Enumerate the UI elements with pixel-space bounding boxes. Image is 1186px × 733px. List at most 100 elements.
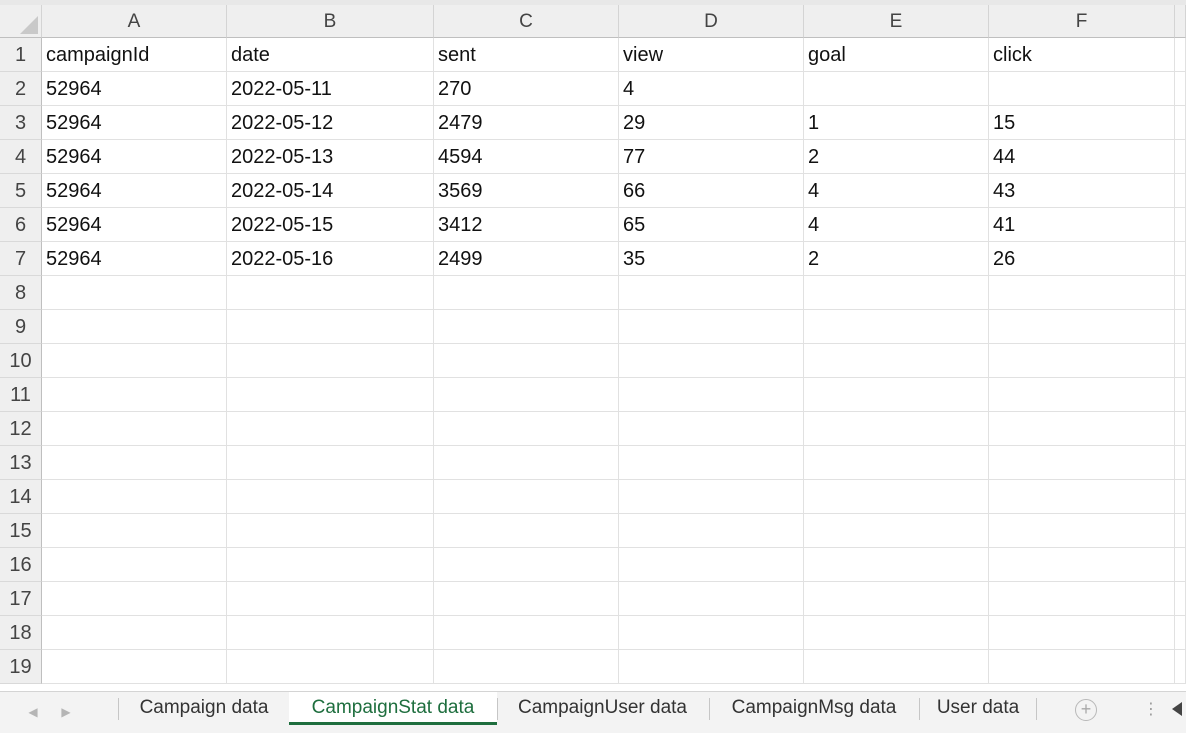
cell-e14[interactable] — [804, 480, 989, 514]
cell-c18[interactable] — [434, 616, 619, 650]
cell-b8[interactable] — [227, 276, 434, 310]
cell-f18[interactable] — [989, 616, 1175, 650]
cell-c7[interactable]: 2499 — [434, 242, 619, 276]
cell-f14[interactable] — [989, 480, 1175, 514]
cell-a6[interactable]: 52964 — [42, 208, 227, 242]
cell-b18[interactable] — [227, 616, 434, 650]
cell-a4[interactable]: 52964 — [42, 140, 227, 174]
tab-user-data[interactable]: User data — [921, 692, 1035, 725]
cell-c8[interactable] — [434, 276, 619, 310]
cell-a12[interactable] — [42, 412, 227, 446]
cell-a19[interactable] — [42, 650, 227, 684]
cell-overflow[interactable] — [1175, 72, 1186, 106]
cell-c16[interactable] — [434, 548, 619, 582]
cell-overflow[interactable] — [1175, 344, 1186, 378]
cell-e16[interactable] — [804, 548, 989, 582]
cell-e11[interactable] — [804, 378, 989, 412]
cell-e18[interactable] — [804, 616, 989, 650]
cell-a10[interactable] — [42, 344, 227, 378]
tab-campaignmsg-data[interactable]: CampaignMsg data — [711, 692, 917, 725]
cell-f19[interactable] — [989, 650, 1175, 684]
cell-f8[interactable] — [989, 276, 1175, 310]
cell-e12[interactable] — [804, 412, 989, 446]
cell-f6[interactable]: 41 — [989, 208, 1175, 242]
cell-b2[interactable]: 2022-05-11 — [227, 72, 434, 106]
cell-a18[interactable] — [42, 616, 227, 650]
cell-b5[interactable]: 2022-05-14 — [227, 174, 434, 208]
cell-e8[interactable] — [804, 276, 989, 310]
cell-b9[interactable] — [227, 310, 434, 344]
cell-overflow[interactable] — [1175, 650, 1186, 684]
cell-b15[interactable] — [227, 514, 434, 548]
cell-e1[interactable]: goal — [804, 38, 989, 72]
cell-c15[interactable] — [434, 514, 619, 548]
cell-overflow[interactable] — [1175, 412, 1186, 446]
row-header-4[interactable]: 4 — [0, 140, 42, 174]
cell-overflow[interactable] — [1175, 616, 1186, 650]
cell-d16[interactable] — [619, 548, 804, 582]
spreadsheet-grid[interactable]: A B C D E F 1 campaignId date sent view goal click 2 5… — [0, 0, 1186, 691]
cell-a1[interactable]: campaignId — [42, 38, 227, 72]
cell-d19[interactable] — [619, 650, 804, 684]
column-header-d[interactable]: D — [619, 5, 804, 38]
cell-d13[interactable] — [619, 446, 804, 480]
cell-c17[interactable] — [434, 582, 619, 616]
cell-f2[interactable] — [989, 72, 1175, 106]
cell-overflow[interactable] — [1175, 480, 1186, 514]
cell-e15[interactable] — [804, 514, 989, 548]
select-all-corner[interactable] — [0, 5, 42, 38]
cell-c5[interactable]: 3569 — [434, 174, 619, 208]
cell-overflow[interactable] — [1175, 446, 1186, 480]
cell-d14[interactable] — [619, 480, 804, 514]
cell-f12[interactable] — [989, 412, 1175, 446]
cell-b6[interactable]: 2022-05-15 — [227, 208, 434, 242]
cell-c9[interactable] — [434, 310, 619, 344]
cell-e3[interactable]: 1 — [804, 106, 989, 140]
cell-a17[interactable] — [42, 582, 227, 616]
scroll-left-arrow-icon[interactable] — [1172, 702, 1182, 716]
cell-f5[interactable]: 43 — [989, 174, 1175, 208]
row-header-11[interactable]: 11 — [0, 378, 42, 412]
cell-d12[interactable] — [619, 412, 804, 446]
cell-f11[interactable] — [989, 378, 1175, 412]
cell-c13[interactable] — [434, 446, 619, 480]
row-header-10[interactable]: 10 — [0, 344, 42, 378]
cell-overflow[interactable] — [1175, 242, 1186, 276]
row-header-9[interactable]: 9 — [0, 310, 42, 344]
cell-a2[interactable]: 52964 — [42, 72, 227, 106]
row-header-14[interactable]: 14 — [0, 480, 42, 514]
cell-c3[interactable]: 2479 — [434, 106, 619, 140]
cell-e17[interactable] — [804, 582, 989, 616]
cell-d2[interactable]: 4 — [619, 72, 804, 106]
cell-b1[interactable]: date — [227, 38, 434, 72]
cell-b4[interactable]: 2022-05-13 — [227, 140, 434, 174]
cell-overflow[interactable] — [1175, 582, 1186, 616]
more-options-icon[interactable]: ⋮ — [1143, 698, 1159, 722]
cell-a5[interactable]: 52964 — [42, 174, 227, 208]
cell-e10[interactable] — [804, 344, 989, 378]
cell-c2[interactable]: 270 — [434, 72, 619, 106]
column-header-a[interactable]: A — [42, 5, 227, 38]
cell-f16[interactable] — [989, 548, 1175, 582]
cell-overflow[interactable] — [1175, 174, 1186, 208]
cell-overflow[interactable] — [1175, 106, 1186, 140]
cell-d10[interactable] — [619, 344, 804, 378]
next-sheet-icon[interactable]: ▶ — [56, 702, 76, 722]
cell-overflow[interactable] — [1175, 276, 1186, 310]
row-header-7[interactable]: 7 — [0, 242, 42, 276]
cell-f1[interactable]: click — [989, 38, 1175, 72]
tab-campaign-data[interactable]: Campaign data — [121, 692, 287, 725]
row-header-12[interactable]: 12 — [0, 412, 42, 446]
cell-c1[interactable]: sent — [434, 38, 619, 72]
cell-a9[interactable] — [42, 310, 227, 344]
cell-c6[interactable]: 3412 — [434, 208, 619, 242]
cell-overflow[interactable] — [1175, 310, 1186, 344]
column-header-e[interactable]: E — [804, 5, 989, 38]
cell-e2[interactable] — [804, 72, 989, 106]
cell-a14[interactable] — [42, 480, 227, 514]
cell-b3[interactable]: 2022-05-12 — [227, 106, 434, 140]
cell-d18[interactable] — [619, 616, 804, 650]
column-header-f[interactable]: F — [989, 5, 1175, 38]
cell-b12[interactable] — [227, 412, 434, 446]
row-header-6[interactable]: 6 — [0, 208, 42, 242]
